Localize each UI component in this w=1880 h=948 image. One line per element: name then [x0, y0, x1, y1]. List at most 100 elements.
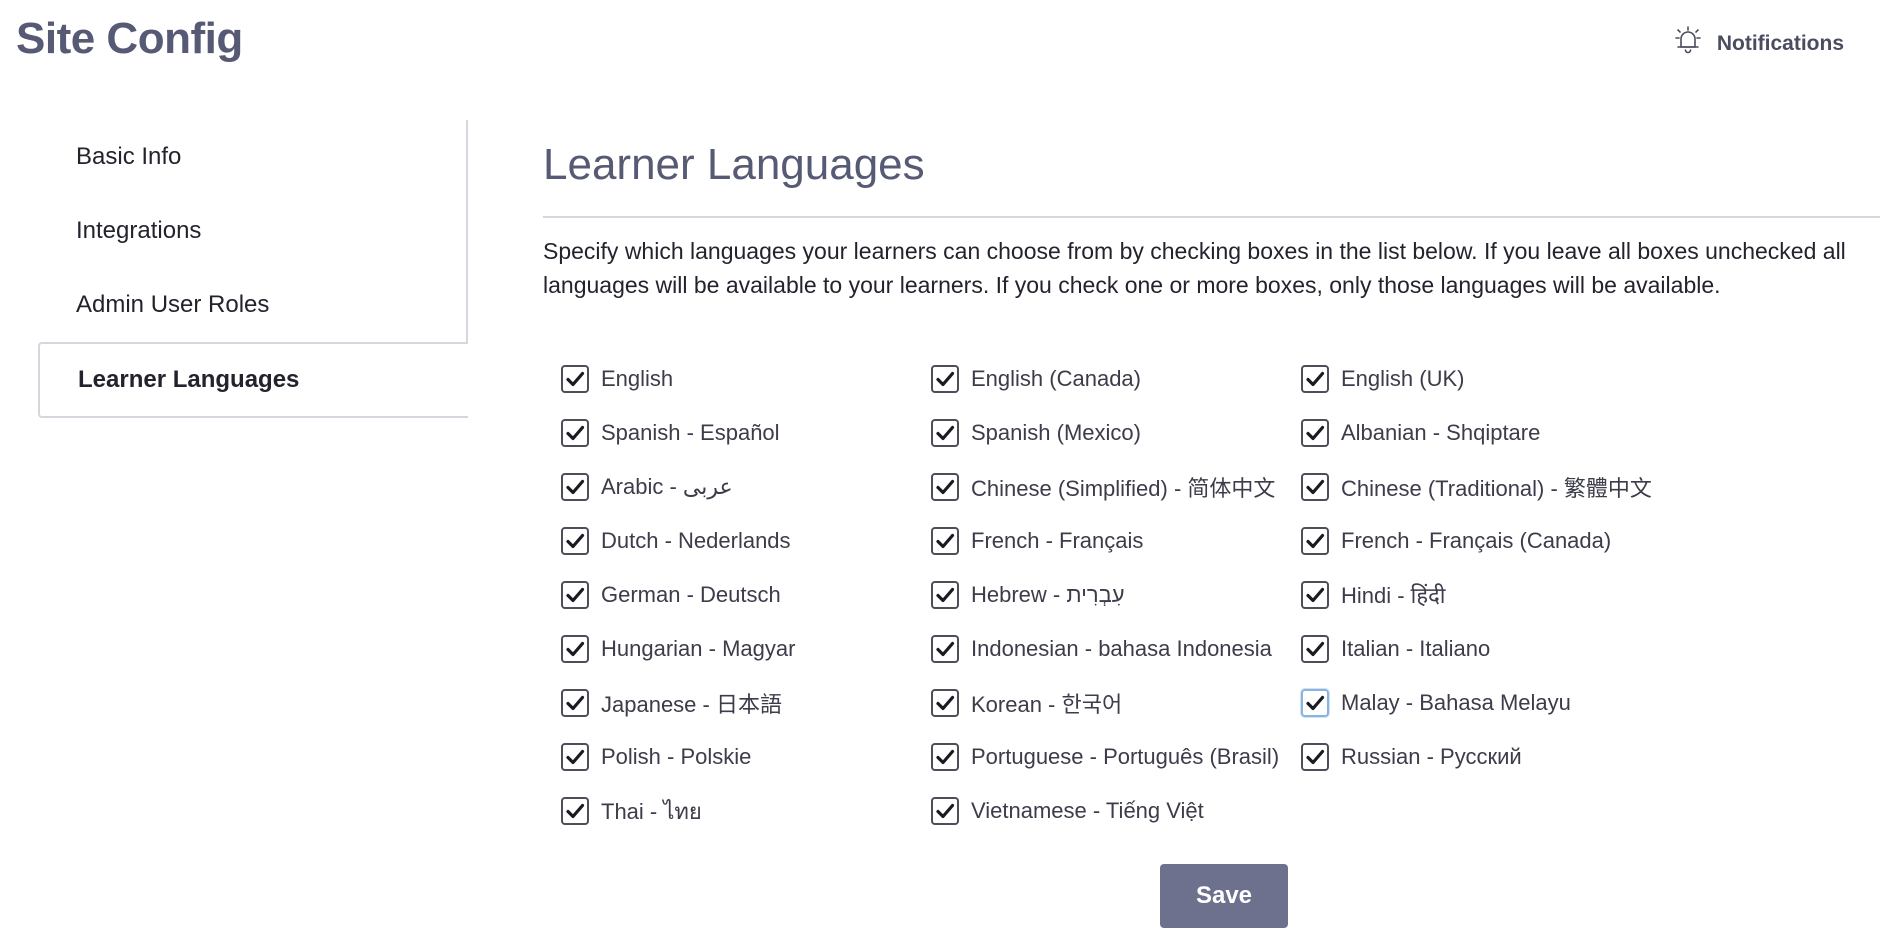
language-checkbox[interactable]: [1301, 419, 1329, 447]
description-line-2: languages will be available to your lear…: [543, 272, 1721, 298]
language-checkbox[interactable]: [561, 365, 589, 393]
language-option[interactable]: Hindi - हिंदी: [1301, 568, 1671, 622]
language-label: Indonesian - bahasa Indonesia: [971, 636, 1272, 661]
language-option[interactable]: Albanian - Shqiptare: [1301, 406, 1671, 460]
language-label: Dutch - Nederlands: [601, 528, 791, 553]
section-title: Learner Languages: [543, 140, 1880, 218]
language-label: Polish - Polskie: [601, 744, 752, 769]
language-label: Malay - Bahasa Melayu: [1341, 690, 1571, 715]
language-checkbox[interactable]: [1301, 527, 1329, 555]
language-checkbox[interactable]: [931, 635, 959, 663]
checkmark-icon: [565, 693, 585, 713]
language-checkbox[interactable]: [561, 689, 589, 717]
language-option[interactable]: Korean - 한국어: [931, 676, 1301, 730]
language-option[interactable]: Chinese (Traditional) - 繁體中文: [1301, 460, 1671, 514]
language-checkbox[interactable]: [561, 473, 589, 501]
language-option[interactable]: Vietnamese - Tiếng Việt: [931, 784, 1301, 838]
language-checkbox[interactable]: [561, 419, 589, 447]
notifications-button[interactable]: Notifications: [1671, 24, 1844, 64]
language-option[interactable]: Chinese (Simplified) - 简体中文: [931, 460, 1301, 514]
language-checkbox[interactable]: [1301, 365, 1329, 393]
language-checkbox[interactable]: [1301, 743, 1329, 771]
language-label: Japanese - 日本語: [601, 692, 782, 717]
language-checkbox[interactable]: [931, 743, 959, 771]
sidebar-item-basic-info[interactable]: Basic Info: [38, 120, 468, 194]
sidebar-item-integrations[interactable]: Integrations: [38, 194, 468, 268]
language-option[interactable]: Spanish (Mexico): [931, 406, 1301, 460]
language-checkbox[interactable]: [931, 581, 959, 609]
language-checkbox[interactable]: [1301, 635, 1329, 663]
sidebar-item-admin-user-roles[interactable]: Admin User Roles: [38, 268, 468, 342]
page: Site Config Notifications Basic Info Int…: [0, 0, 1880, 948]
language-option[interactable]: Spanish - Español: [561, 406, 931, 460]
language-checkbox[interactable]: [561, 635, 589, 663]
checkmark-icon: [935, 423, 955, 443]
language-checkbox[interactable]: [931, 419, 959, 447]
language-checkbox[interactable]: [1301, 473, 1329, 501]
language-label: Italian - Italiano: [1341, 636, 1491, 661]
language-option[interactable]: Portuguese - Português (Brasil): [931, 730, 1301, 784]
language-checkbox[interactable]: [931, 365, 959, 393]
language-checkbox[interactable]: [561, 527, 589, 555]
language-option[interactable]: Thai - ไทย: [561, 784, 931, 838]
language-option[interactable]: Arabic - عربى: [561, 460, 931, 514]
language-checkbox[interactable]: [1301, 581, 1329, 609]
language-checkbox[interactable]: [931, 473, 959, 501]
language-option[interactable]: French - Français: [931, 514, 1301, 568]
language-label: Chinese (Traditional) - 繁體中文: [1341, 476, 1652, 501]
language-option[interactable]: Dutch - Nederlands: [561, 514, 931, 568]
language-checkbox[interactable]: [931, 797, 959, 825]
language-checkbox[interactable]: [561, 581, 589, 609]
language-label: English (Canada): [971, 366, 1141, 391]
checkmark-icon: [935, 639, 955, 659]
checkmark-icon: [935, 369, 955, 389]
language-option[interactable]: English (Canada): [931, 352, 1301, 406]
language-label: Arabic - عربى: [601, 474, 733, 499]
language-option[interactable]: English (UK): [1301, 352, 1671, 406]
language-checkbox[interactable]: [561, 797, 589, 825]
language-option[interactable]: Hebrew - עִבְרִית: [931, 568, 1301, 622]
language-checkbox[interactable]: [561, 743, 589, 771]
site-title: Site Config: [16, 14, 243, 63]
checkmark-icon: [935, 477, 955, 497]
checkmark-icon: [1305, 693, 1325, 713]
language-option[interactable]: Indonesian - bahasa Indonesia: [931, 622, 1301, 676]
language-option[interactable]: Malay - Bahasa Melayu: [1301, 676, 1671, 730]
checkmark-icon: [1305, 477, 1325, 497]
save-button[interactable]: Save: [1160, 864, 1288, 928]
language-label: Hebrew - עִבְרִית: [971, 582, 1125, 607]
language-option[interactable]: Hungarian - Magyar: [561, 622, 931, 676]
checkmark-icon: [565, 423, 585, 443]
language-label: Portuguese - Português (Brasil): [971, 744, 1280, 769]
sidebar-item-learner-languages[interactable]: Learner Languages: [38, 342, 468, 418]
sidebar-divider: [466, 120, 468, 346]
checkmark-icon: [1305, 585, 1325, 605]
language-label: Thai - ไทย: [601, 798, 702, 824]
language-checkbox[interactable]: [1301, 689, 1329, 717]
language-label: Spanish (Mexico): [971, 420, 1141, 445]
language-label: Hungarian - Magyar: [601, 636, 796, 661]
sidebar-item-label: Admin User Roles: [76, 291, 270, 318]
language-option[interactable]: German - Deutsch: [561, 568, 931, 622]
checkmark-icon: [1305, 639, 1325, 659]
checkmark-icon: [565, 531, 585, 551]
language-option[interactable]: Russian - Русский: [1301, 730, 1671, 784]
language-option[interactable]: Japanese - 日本語: [561, 676, 931, 730]
sidebar-item-label: Basic Info: [76, 143, 182, 170]
sidebar-item-label: Integrations: [76, 217, 202, 244]
language-label: French - Français (Canada): [1341, 528, 1612, 553]
language-checkbox[interactable]: [931, 689, 959, 717]
checkmark-icon: [565, 801, 585, 821]
checkmark-icon: [935, 585, 955, 605]
language-option[interactable]: Italian - Italiano: [1301, 622, 1671, 676]
sidebar-item-label: Learner Languages: [78, 366, 300, 393]
checkmark-icon: [565, 585, 585, 605]
language-label: Korean - 한국어: [971, 692, 1123, 717]
checkmark-icon: [1305, 747, 1325, 767]
main-content: Learner Languages Specify which language…: [543, 140, 1880, 825]
language-checkbox[interactable]: [931, 527, 959, 555]
language-option[interactable]: English: [561, 352, 931, 406]
language-option[interactable]: French - Français (Canada): [1301, 514, 1671, 568]
language-option[interactable]: Polish - Polskie: [561, 730, 931, 784]
language-label: Hindi - हिंदी: [1341, 583, 1446, 608]
